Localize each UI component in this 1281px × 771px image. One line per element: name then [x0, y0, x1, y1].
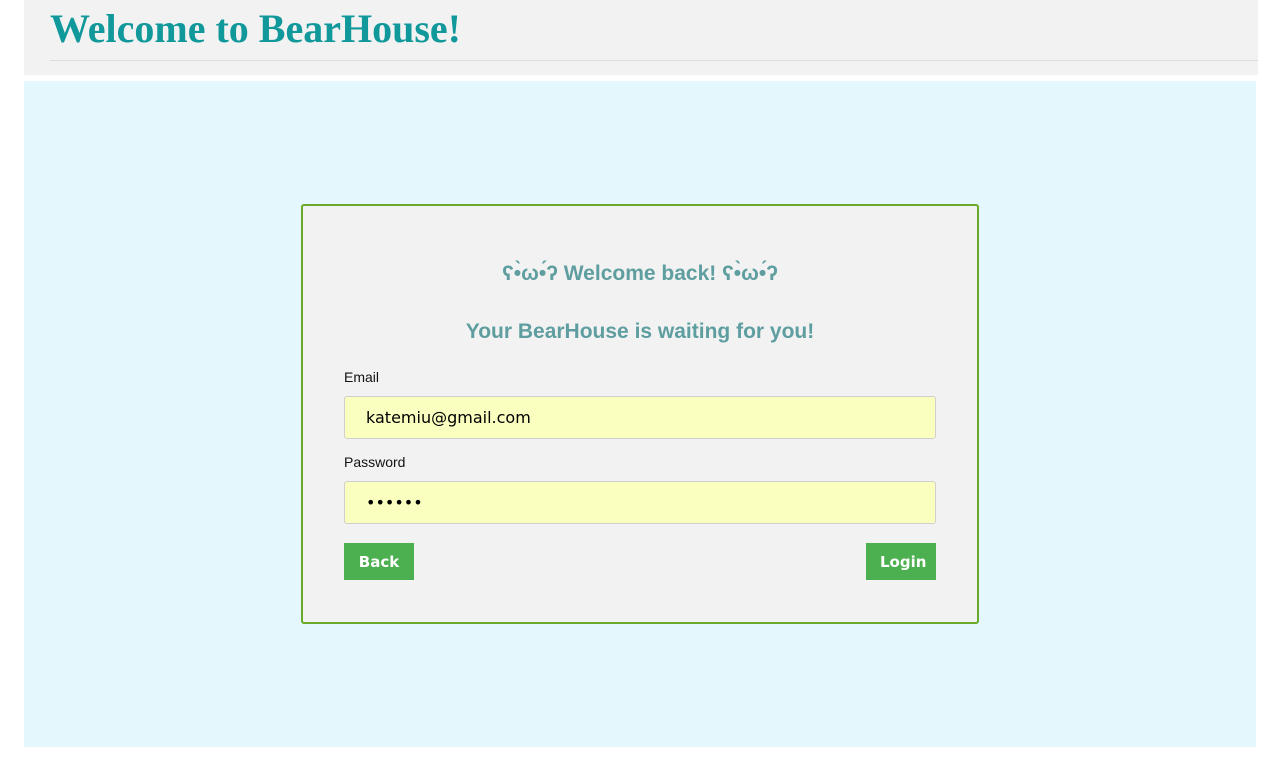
site-header: Welcome to BearHouse!: [24, 0, 1258, 75]
email-field[interactable]: [344, 396, 936, 439]
login-card: ʕ•̀ω•́ʔ Welcome back! ʕ•̀ω•́ʔ Your BearH…: [301, 204, 979, 624]
password-field[interactable]: [344, 481, 936, 524]
header-divider: [50, 60, 1258, 61]
site-title: Welcome to BearHouse!: [50, 6, 461, 51]
waiting-subtitle: Your BearHouse is waiting for you!: [465, 320, 815, 343]
welcome-back-heading: ʕ•̀ω•́ʔ Welcome back! ʕ•̀ω•́ʔ: [502, 262, 778, 285]
back-button[interactable]: Back: [344, 543, 414, 580]
email-label: Email: [344, 369, 380, 385]
login-button[interactable]: Login: [866, 543, 936, 580]
main-content: ʕ•̀ω•́ʔ Welcome back! ʕ•̀ω•́ʔ Your BearH…: [24, 81, 1256, 747]
password-label: Password: [344, 454, 406, 470]
